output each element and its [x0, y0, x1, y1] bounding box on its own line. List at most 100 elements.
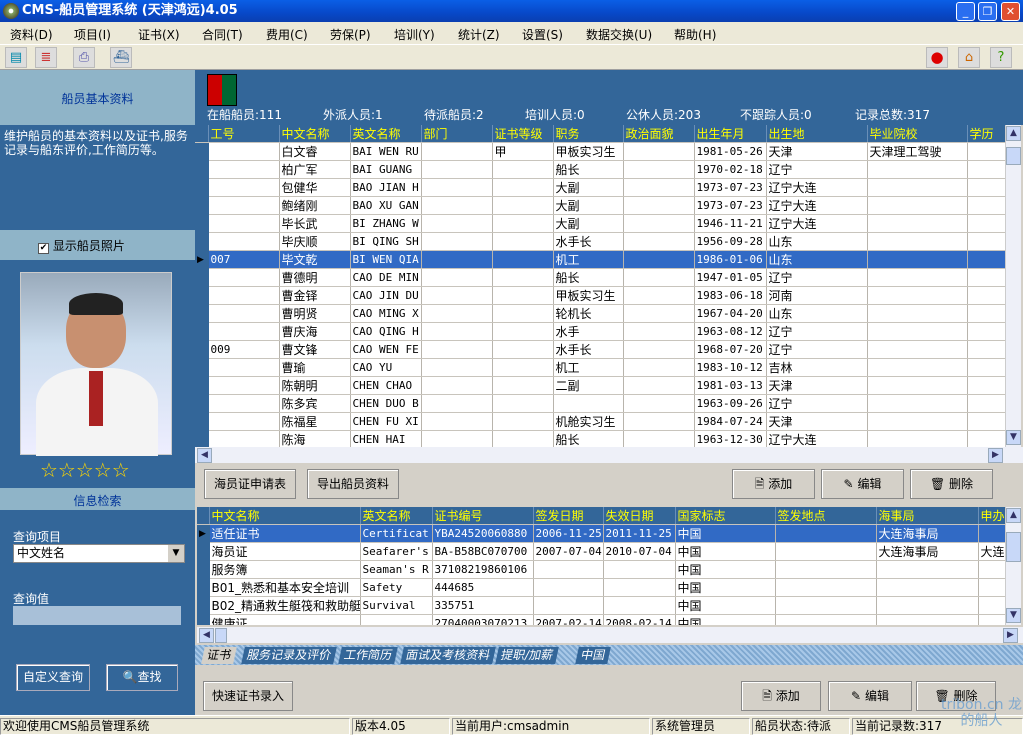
- home-icon[interactable]: ⌂: [958, 47, 980, 68]
- table-cell[interactable]: [421, 394, 493, 413]
- table-cell[interactable]: [867, 196, 968, 215]
- query-item-select[interactable]: 中文姓名 ▼: [13, 544, 185, 563]
- table-cell[interactable]: 曹明贤: [279, 304, 351, 323]
- table-cell[interactable]: [967, 340, 1005, 359]
- table-cell[interactable]: Seafarer's: [360, 542, 433, 561]
- table-cell[interactable]: [492, 322, 554, 341]
- table-cell[interactable]: [492, 394, 554, 413]
- table-cell[interactable]: 中国: [675, 560, 776, 579]
- query-value-input[interactable]: [13, 606, 181, 625]
- table-row[interactable]: B02_精通救生艇筏和救助艇 Survival 335751 中国: [197, 596, 1005, 615]
- table-cell[interactable]: CAO JIN DU: [350, 286, 422, 305]
- table-cell[interactable]: 水手: [553, 322, 624, 341]
- table-cell[interactable]: 1983-06-18: [694, 286, 767, 305]
- table-cell[interactable]: [876, 596, 979, 615]
- table-cell[interactable]: [967, 232, 1005, 251]
- table-cell[interactable]: [867, 322, 968, 341]
- table-cell[interactable]: [421, 196, 493, 215]
- table-row[interactable]: 包健华 BAO JIAN H 大副 1973-07-23 辽宁大连: [195, 178, 1005, 197]
- table-cell[interactable]: 辽宁: [766, 394, 868, 413]
- table-cell[interactable]: [492, 232, 554, 251]
- table-cell[interactable]: BI ZHANG W: [350, 214, 422, 233]
- table-cell[interactable]: [492, 412, 554, 431]
- table-cell[interactable]: 大连海事局: [876, 524, 979, 543]
- table-cell[interactable]: CAO WEN FE: [350, 340, 422, 359]
- table-cell[interactable]: 陈多宾: [279, 394, 351, 413]
- table-cell[interactable]: CAO YU: [350, 358, 422, 377]
- table-row[interactable]: 曹明贤 CAO MING X 轮机长 1967-04-20 山东: [195, 304, 1005, 323]
- cert-grid-hscroll[interactable]: ◀ ▶: [197, 627, 1023, 643]
- table-cell[interactable]: [623, 394, 695, 413]
- table-cell[interactable]: 1946-11-21: [694, 214, 767, 233]
- table-cell[interactable]: [492, 160, 554, 179]
- table-cell[interactable]: B01_熟悉和基本安全培训: [209, 578, 361, 597]
- table-cell[interactable]: [421, 304, 493, 323]
- table-cell[interactable]: [623, 232, 695, 251]
- table-cell[interactable]: 包健华: [279, 178, 351, 197]
- table-row[interactable]: ▶ 适任证书 Certificat YBA24520060880 2006-11-25 2…: [197, 524, 1005, 543]
- table-cell[interactable]: [208, 376, 280, 395]
- menu-item[interactable]: 数据交换(U): [586, 26, 652, 43]
- table-cell[interactable]: 天津: [766, 412, 868, 431]
- table-cell[interactable]: [492, 304, 554, 323]
- table-cell[interactable]: 中国: [675, 578, 776, 597]
- table-cell[interactable]: [623, 250, 695, 269]
- table-cell[interactable]: 健康证: [209, 614, 361, 625]
- column-header[interactable]: 学历: [967, 125, 1005, 143]
- table-cell[interactable]: 大连: [978, 542, 1005, 561]
- column-header[interactable]: 政治面貌: [623, 125, 695, 143]
- table-cell[interactable]: 大副: [553, 178, 624, 197]
- tab[interactable]: 中国: [575, 647, 611, 664]
- table-cell[interactable]: [492, 358, 554, 377]
- row-indicator[interactable]: [195, 394, 209, 413]
- tab[interactable]: 提职/加薪: [495, 647, 559, 664]
- table-cell[interactable]: [867, 178, 968, 197]
- table-cell[interactable]: [967, 268, 1005, 287]
- crew-grid-hscroll[interactable]: ◀ ▶: [195, 447, 1023, 463]
- table-cell[interactable]: 444685: [432, 578, 534, 597]
- table-cell[interactable]: [623, 412, 695, 431]
- table-cell[interactable]: 甲板实习生: [553, 142, 624, 161]
- table-cell[interactable]: [775, 614, 877, 625]
- table-cell[interactable]: [867, 340, 968, 359]
- table-cell[interactable]: [978, 578, 1005, 597]
- table-cell[interactable]: BAO JIAN H: [350, 178, 422, 197]
- table-cell[interactable]: 甲板实习生: [553, 286, 624, 305]
- scroll-right-icon[interactable]: ▶: [988, 448, 1003, 463]
- table-cell[interactable]: 服务簿: [209, 560, 361, 579]
- table-row[interactable]: B01_熟悉和基本安全培训 Safety 444685 中国: [197, 578, 1005, 597]
- table-cell[interactable]: [492, 430, 554, 447]
- table-row[interactable]: 曹德明 CAO DE MIN 船长 1947-01-05 辽宁: [195, 268, 1005, 287]
- custom-query-button[interactable]: 自定义查询: [16, 664, 90, 691]
- table-cell[interactable]: [492, 250, 554, 269]
- table-cell[interactable]: BAI GUANG: [350, 160, 422, 179]
- table-cell[interactable]: 1983-10-12: [694, 358, 767, 377]
- table-row[interactable]: 服务簿 Seaman's R 37108219860106 中国: [197, 560, 1005, 579]
- table-cell[interactable]: 曹金铎: [279, 286, 351, 305]
- table-cell[interactable]: [208, 142, 280, 161]
- table-cell[interactable]: BAI WEN RU: [350, 142, 422, 161]
- table-cell[interactable]: 2007-02-14: [533, 614, 604, 625]
- table-cell[interactable]: [876, 578, 979, 597]
- menu-item[interactable]: 统计(Z): [458, 26, 500, 43]
- column-header[interactable]: 签发地点: [775, 507, 877, 525]
- table-cell[interactable]: [867, 286, 968, 305]
- table-cell[interactable]: 2011-11-25: [603, 524, 676, 543]
- minimize-button[interactable]: _: [956, 2, 975, 21]
- row-indicator[interactable]: [197, 560, 210, 579]
- table-cell[interactable]: 1973-07-23: [694, 196, 767, 215]
- add-button[interactable]: 🗎 添加: [732, 469, 815, 499]
- row-indicator[interactable]: [195, 286, 209, 305]
- table-cell[interactable]: 曹文锋: [279, 340, 351, 359]
- table-cell[interactable]: [978, 560, 1005, 579]
- table-cell[interactable]: [623, 358, 695, 377]
- table-cell[interactable]: [421, 358, 493, 377]
- crew-grid[interactable]: 工号 中文名称 英文名称 部门 证书等级 职务 政治面貌 出生年月 出生地 毕业院校 学历 白文睿 BA…: [195, 125, 1005, 447]
- row-indicator[interactable]: [195, 430, 209, 447]
- table-cell[interactable]: [603, 578, 676, 597]
- table-cell[interactable]: [421, 142, 493, 161]
- column-header[interactable]: 中文名称: [209, 507, 361, 525]
- table-cell[interactable]: [623, 178, 695, 197]
- delete-button[interactable]: 🗑 删除: [910, 469, 993, 499]
- table-cell[interactable]: 海员证: [209, 542, 361, 561]
